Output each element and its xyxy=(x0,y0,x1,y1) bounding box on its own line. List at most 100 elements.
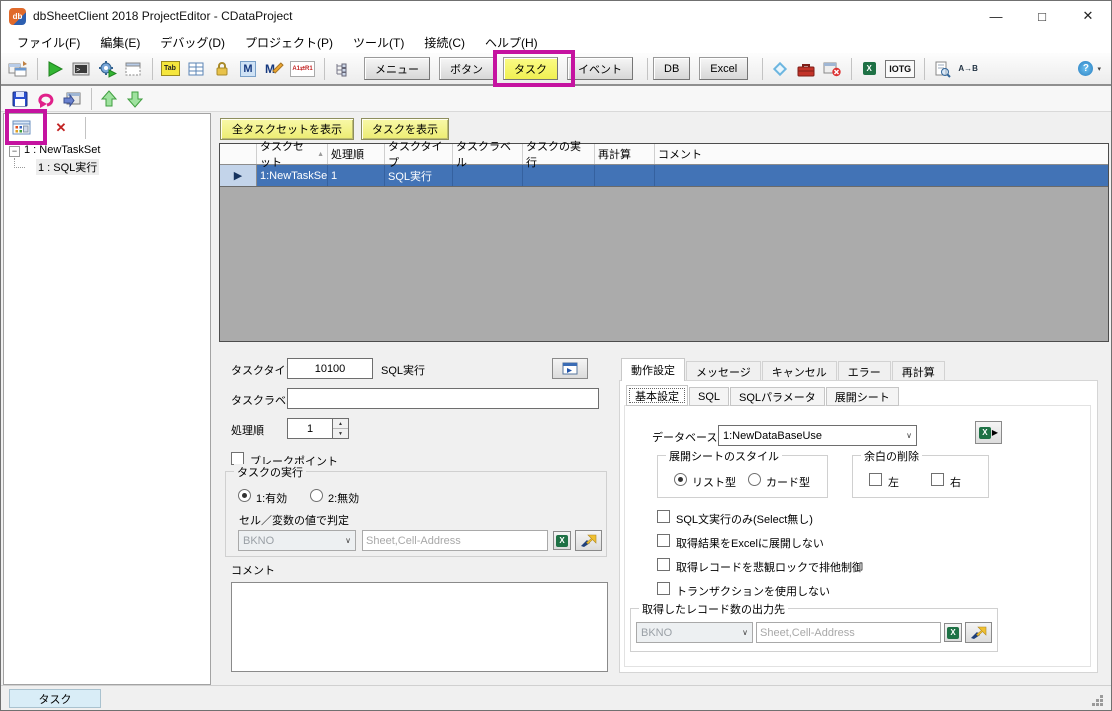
focus-diamond-icon[interactable] xyxy=(768,57,792,81)
subtab-sqlparam[interactable]: SQLパラメータ xyxy=(730,387,825,406)
output-address-input[interactable]: Sheet,Cell-Address xyxy=(756,622,941,643)
menu-edit[interactable]: 編集(E) xyxy=(90,32,150,53)
rename-ab-icon[interactable]: A→B xyxy=(956,57,980,81)
console-icon[interactable]: >_ xyxy=(69,57,93,81)
tab-behavior[interactable]: 動作設定 xyxy=(621,358,685,381)
order-input[interactable]: 1 xyxy=(287,418,333,439)
lock-icon[interactable] xyxy=(210,57,234,81)
tab-cancel[interactable]: キャンセル xyxy=(761,361,837,381)
document-search-icon[interactable] xyxy=(930,57,954,81)
tab-recalc[interactable]: 再計算 xyxy=(891,361,945,381)
view-button-button[interactable]: ボタン xyxy=(439,57,494,80)
tab-error[interactable]: エラー xyxy=(837,361,891,381)
menu-project[interactable]: プロジェクト(P) xyxy=(235,32,343,53)
grid-icon[interactable] xyxy=(184,57,208,81)
output-variable-combo[interactable]: BKNO ∨ xyxy=(636,622,753,643)
spin-down-icon[interactable]: ▼ xyxy=(333,429,348,438)
a1r1-style-icon[interactable]: A1⇄R1 xyxy=(288,57,317,81)
edit-macro-icon[interactable]: M xyxy=(262,57,286,81)
tree-item-taskset[interactable]: 1 : NewTaskSet xyxy=(24,144,100,156)
task-type-input[interactable]: 10100 xyxy=(287,358,373,379)
header-order[interactable]: 処理順 xyxy=(328,144,385,164)
menu-tools[interactable]: ツール(T) xyxy=(343,32,414,53)
maximize-button[interactable]: □ xyxy=(1019,1,1065,31)
redo-icon[interactable] xyxy=(34,87,58,111)
output-cell-picker-button[interactable] xyxy=(965,622,992,643)
close-button[interactable]: ✕ xyxy=(1065,1,1111,31)
judge-excel-button[interactable]: X xyxy=(553,531,571,550)
task-grid-header: タスクセット ▲ 処理順 タスクタイプ タスクラベル タスクの実行 再計算 コメン… xyxy=(220,141,1108,169)
header-taskexec[interactable]: タスクの実行 xyxy=(523,141,595,169)
view-db-button[interactable]: DB xyxy=(653,57,691,80)
menu-file[interactable]: ファイル(F) xyxy=(7,32,90,53)
tab-sheet-icon[interactable]: Tab xyxy=(158,57,182,81)
list-style-radio[interactable] xyxy=(674,473,687,486)
judge-variable-combo[interactable]: BKNO ∨ xyxy=(238,530,356,551)
macro-m-icon[interactable]: M xyxy=(236,57,260,81)
tree-item-sql-task[interactable]: 1 : SQL実行 xyxy=(36,159,100,175)
sql-only-checkbox[interactable] xyxy=(657,510,670,523)
pessimistic-lock-checkbox[interactable] xyxy=(657,558,670,571)
judge-cell-picker-button[interactable] xyxy=(575,530,602,551)
status-bar: タスク xyxy=(1,685,1111,710)
tab-message[interactable]: メッセージ xyxy=(686,361,761,381)
card-style-radio[interactable] xyxy=(748,473,761,486)
show-tasks-button[interactable]: タスクを表示 xyxy=(361,118,449,140)
header-comment[interactable]: コメント xyxy=(655,144,1108,164)
table-row[interactable]: ▶ 1:NewTaskSet 1 SQL実行 xyxy=(220,165,1108,187)
excel-icon[interactable]: X xyxy=(857,57,881,81)
view-menu-button[interactable]: メニュー xyxy=(364,57,430,80)
output-excel-button[interactable]: X xyxy=(944,623,962,642)
judge-address-input[interactable]: Sheet,Cell-Address xyxy=(362,530,548,551)
excel-icon: X xyxy=(978,426,991,439)
subtab-sql[interactable]: SQL xyxy=(689,387,730,406)
task-label-input[interactable] xyxy=(287,388,599,409)
header-tasktype[interactable]: タスクタイプ xyxy=(385,141,453,169)
view-excel-button[interactable]: Excel xyxy=(699,57,749,80)
comment-textarea[interactable] xyxy=(231,582,608,672)
exec-disabled-radio[interactable] xyxy=(310,489,323,502)
iotg-icon[interactable]: IOTG xyxy=(883,57,917,81)
minimize-button[interactable]: — xyxy=(973,1,1019,31)
no-transaction-checkbox[interactable] xyxy=(657,582,670,595)
header-recalc[interactable]: 再計算 xyxy=(595,144,655,164)
move-up-icon[interactable] xyxy=(97,87,121,111)
delete-taskset-icon[interactable]: ✕ xyxy=(49,116,73,140)
import-window-icon[interactable] xyxy=(60,87,84,111)
chevron-down-icon: ∨ xyxy=(345,536,351,545)
gear-run-icon[interactable] xyxy=(95,57,119,81)
task-type-select-button[interactable] xyxy=(552,358,588,379)
view-event-button[interactable]: イベント xyxy=(567,57,633,80)
form-designer-icon[interactable] xyxy=(6,57,30,81)
header-taskset[interactable]: タスクセット ▲ xyxy=(257,141,328,169)
sheet-style-group: 展開シートのスタイル リスト型 カード型 xyxy=(657,448,828,498)
save-icon[interactable] xyxy=(8,87,32,111)
subtab-basic[interactable]: 基本設定 xyxy=(626,385,688,406)
menu-debug[interactable]: デバッグ(D) xyxy=(150,32,235,53)
database-combo[interactable]: 1:NewDataBaseUse ∨ xyxy=(718,425,917,446)
exec-enabled-radio[interactable] xyxy=(238,489,251,502)
move-down-icon[interactable] xyxy=(123,87,147,111)
margin-right-checkbox[interactable] xyxy=(931,473,944,486)
close-window-icon[interactable] xyxy=(820,57,844,81)
tree-expander-icon[interactable]: − xyxy=(9,146,20,157)
run-icon[interactable] xyxy=(43,57,67,81)
toolbox-icon[interactable] xyxy=(794,57,818,81)
excel-icon: X xyxy=(556,534,568,547)
new-window-icon[interactable] xyxy=(121,57,145,81)
menu-help[interactable]: ヘルプ(H) xyxy=(475,32,548,53)
spin-up-icon[interactable]: ▲ xyxy=(333,419,348,429)
order-spinner[interactable]: ▲ ▼ xyxy=(333,418,349,439)
resize-grip[interactable] xyxy=(1100,695,1103,698)
header-tasklabel[interactable]: タスクラベル xyxy=(453,141,523,169)
view-task-button[interactable]: タスク xyxy=(493,50,575,87)
margin-left-checkbox[interactable] xyxy=(869,473,882,486)
no-expand-checkbox[interactable] xyxy=(657,534,670,547)
menu-connect[interactable]: 接続(C) xyxy=(414,32,475,53)
show-all-tasksets-button[interactable]: 全タスクセットを表示 xyxy=(220,118,354,140)
help-button[interactable]: ? ▾ xyxy=(1078,61,1101,76)
new-taskset-icon[interactable] xyxy=(5,109,47,145)
tree-list-icon[interactable] xyxy=(330,57,354,81)
subtab-sheet[interactable]: 展開シート xyxy=(825,387,899,406)
database-excel-run-button[interactable]: X ▶ xyxy=(975,421,1002,444)
